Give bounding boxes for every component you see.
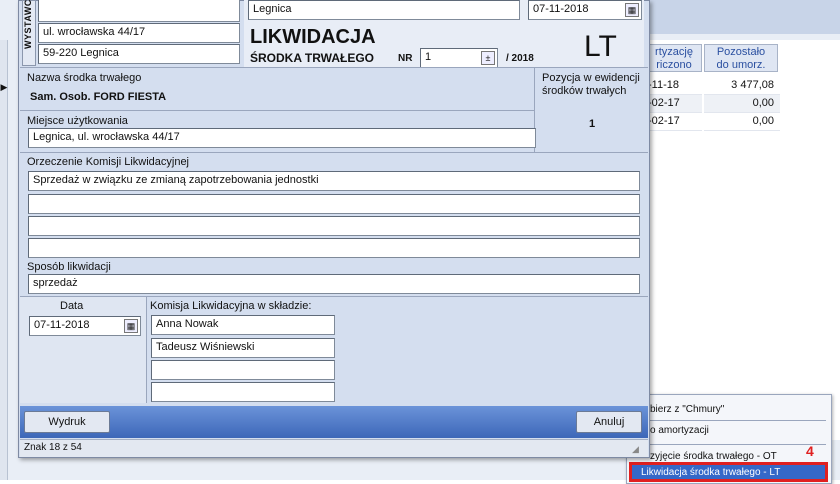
status-bar <box>20 439 648 457</box>
location-field[interactable]: Legnica, ul. wrocławska 44/17 <box>28 128 536 148</box>
form-title: LIKWIDACJA <box>250 26 376 48</box>
method-label: Sposób likwidacji <box>27 261 111 273</box>
position-value: 1 <box>589 118 596 130</box>
button-bar <box>20 406 648 438</box>
grid-col-header-depreciation: rtyzację riczono <box>646 44 702 72</box>
asset-name-value: Sam. Osob. FORD FIESTA <box>30 91 167 103</box>
menu-item-import-cloud[interactable]: bierz z "Chmury" <box>650 400 830 420</box>
grid-cell-remaining: 3 477,08 <box>704 77 780 95</box>
issuer-name-field[interactable] <box>38 0 240 22</box>
cancel-button[interactable]: Anuluj <box>576 411 642 433</box>
calendar-icon[interactable]: ▦ <box>124 319 138 333</box>
commission-label: Komisja Likwidacyjna w składzie: <box>150 300 312 312</box>
grid-cell-date: -02-17 <box>646 113 702 131</box>
form-subtitle: ŚRODKA TRWAŁEGO <box>250 51 375 65</box>
section-separator <box>20 110 534 111</box>
doc-type-label: LT <box>584 30 617 63</box>
grid-cell-date: -02-17 <box>646 95 702 113</box>
row-indicator-arrow: ▶ <box>0 82 8 92</box>
ruling-label: Orzeczenie Komisji Likwidacyjnej <box>27 156 190 168</box>
nr-label: NR <box>398 53 413 64</box>
position-label: Pozycja w ewidencji środków trwałych <box>542 72 640 97</box>
resize-grip-icon[interactable]: ◢ <box>632 443 644 455</box>
issuer-vertical-text: WYSTAWCA <box>23 0 33 49</box>
menu-separator <box>650 444 826 445</box>
location-label: Miejsce użytkowania <box>27 115 128 127</box>
commission-member-3[interactable] <box>151 360 335 380</box>
grid-cell-remaining: 0,00 <box>704 113 780 131</box>
grid-col-header-remaining: Pozostało do umorz. <box>704 44 778 72</box>
commission-member-2[interactable]: Tadeusz Wiśniewski <box>151 338 335 358</box>
step-marker: 4 <box>806 443 814 459</box>
date-label: Data <box>60 300 84 312</box>
menu-item-depreciation[interactable]: o amortyzacji <box>650 421 830 441</box>
section-separator <box>20 152 648 153</box>
commission-member-1[interactable]: Anna Nowak <box>151 315 335 335</box>
char-count-status: Znak 18 z 54 <box>24 442 82 453</box>
vertical-separator <box>146 297 147 403</box>
calendar-icon[interactable]: ▦ <box>625 3 639 17</box>
nr-stepper-icon[interactable]: ± <box>481 51 495 65</box>
issuer-address-field[interactable]: ul. wrocławska 44/17 <box>38 23 240 43</box>
section-separator <box>20 67 648 68</box>
print-button[interactable]: Wydruk <box>24 411 110 433</box>
place-field[interactable]: Legnica <box>248 0 520 20</box>
issuer-postal-field[interactable]: 59-220 Legnica <box>38 44 240 64</box>
background-app-header-strip <box>640 0 840 34</box>
ruling-line-3[interactable] <box>28 216 640 236</box>
background-left-strip <box>0 40 8 480</box>
ruling-line-2[interactable] <box>28 194 640 214</box>
lower-panel <box>20 297 146 403</box>
menu-item-liquidation-lt[interactable]: Likwidacja środka trwałego - LT <box>629 462 828 482</box>
commission-member-4[interactable] <box>151 382 335 402</box>
ruling-line-4[interactable] <box>28 238 640 258</box>
year-suffix: / 2018 <box>506 53 534 64</box>
grid-cell-date: -11-18 <box>646 77 702 95</box>
grid-cell-remaining: 0,00 <box>704 95 780 113</box>
asset-name-label: Nazwa środka trwałego <box>27 72 142 84</box>
ruling-line-1[interactable]: Sprzedaż w związku ze zmianą zapotrzebow… <box>28 171 640 191</box>
method-field[interactable]: sprzedaż <box>28 274 640 294</box>
